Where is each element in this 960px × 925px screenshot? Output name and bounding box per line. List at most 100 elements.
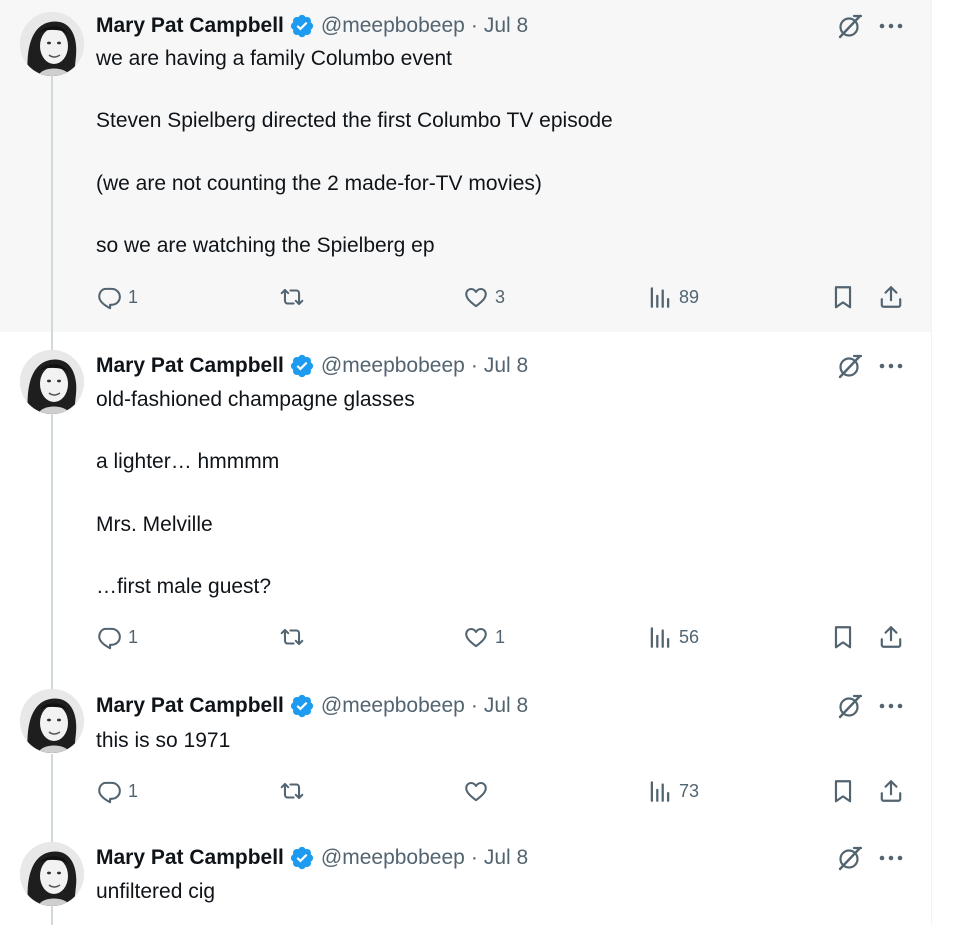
views-icon [647, 778, 673, 804]
tweet-date[interactable]: Jul 8 [484, 694, 528, 718]
author-name[interactable]: Mary Pat Campbell [96, 694, 284, 718]
more-options-icon[interactable] [876, 16, 906, 36]
thread-connector-line [51, 754, 53, 826]
avatar[interactable] [20, 689, 84, 753]
replies-count: 1 [128, 780, 139, 801]
retweet-button[interactable] [279, 284, 305, 310]
avatar[interactable] [20, 12, 84, 76]
author-handle[interactable]: @meepbobeep [321, 846, 465, 870]
tweet-date[interactable]: Jul 8 [484, 354, 528, 378]
author-handle[interactable]: @meepbobeep [321, 14, 465, 38]
views-icon [647, 284, 673, 310]
like-icon [463, 284, 489, 310]
separator-dot: · [470, 14, 478, 37]
verified-badge-icon [289, 693, 315, 719]
separator-dot: · [470, 694, 478, 717]
like-icon [463, 778, 489, 804]
views-count: 89 [679, 286, 700, 307]
thread-connector-line [51, 906, 53, 925]
tweet-text-line: …first male guest? [96, 575, 272, 598]
author-name[interactable]: Mary Pat Campbell [96, 14, 284, 38]
author-name[interactable]: Mary Pat Campbell [96, 354, 284, 378]
grok-icon[interactable] [835, 11, 865, 41]
author-handle[interactable]: @meepbobeep [321, 354, 465, 378]
separator-dot: · [470, 846, 478, 869]
like-button[interactable]: 1 [463, 624, 505, 650]
grok-icon[interactable] [835, 843, 865, 873]
tweet-text-line: Mrs. Melville [96, 513, 213, 536]
views-button[interactable]: 73 [647, 778, 699, 804]
reply-icon [96, 778, 122, 804]
views-button[interactable]: 56 [647, 624, 699, 650]
retweet-icon [279, 778, 305, 804]
share-button[interactable] [878, 778, 904, 804]
bookmark-button[interactable] [830, 778, 856, 804]
retweet-button[interactable] [279, 778, 305, 804]
tweet-text-line: we are having a family Columbo event [96, 47, 453, 70]
reply-icon [96, 284, 122, 310]
like-button[interactable] [463, 778, 489, 804]
tweet-text-line: unfiltered cig [96, 880, 216, 903]
author-name[interactable]: Mary Pat Campbell [96, 846, 284, 870]
retweet-button[interactable] [279, 624, 305, 650]
bookmark-button[interactable] [830, 284, 856, 310]
thread-connector-line [51, 672, 53, 689]
tweet-card[interactable]: Mary Pat Campbell @meepbobeep · Jul 8 this i… [0, 672, 932, 826]
tweet-card[interactable]: Mary Pat Campbell @meepbobeep · Jul 8 old-fa… [0, 332, 932, 672]
share-icon [878, 284, 904, 310]
share-icon [878, 624, 904, 650]
views-button[interactable]: 89 [647, 284, 699, 310]
tweet-date[interactable]: Jul 8 [484, 846, 528, 870]
retweet-icon [279, 284, 305, 310]
verified-badge-icon [289, 845, 315, 871]
more-options-icon[interactable] [876, 848, 906, 868]
share-button[interactable] [878, 624, 904, 650]
tweet-date[interactable]: Jul 8 [484, 14, 528, 38]
reply-button[interactable]: 1 [96, 284, 138, 310]
retweet-icon [279, 624, 305, 650]
share-button[interactable] [878, 284, 904, 310]
verified-badge-icon [289, 13, 315, 39]
tweet-text-line: old-fashioned champagne glasses [96, 388, 415, 411]
like-icon [463, 624, 489, 650]
avatar[interactable] [20, 350, 84, 414]
likes-count: 3 [495, 286, 506, 307]
verified-badge-icon [289, 353, 315, 379]
thread-connector-line [51, 76, 53, 332]
views-icon [647, 624, 673, 650]
separator-dot: · [470, 354, 478, 377]
replies-count: 1 [128, 286, 139, 307]
bookmark-icon [830, 778, 856, 804]
author-handle[interactable]: @meepbobeep [321, 694, 465, 718]
bookmark-button[interactable] [830, 624, 856, 650]
share-icon [878, 778, 904, 804]
tweet-card[interactable]: Mary Pat Campbell @meepbobeep · Jul 8 unfilt… [0, 826, 932, 925]
more-options-icon[interactable] [876, 696, 906, 716]
avatar[interactable] [20, 842, 84, 906]
tweet-text-line: Steven Spielberg directed the first Colu… [96, 109, 613, 132]
views-count: 56 [679, 626, 700, 647]
thread-connector-line [51, 826, 53, 842]
tweet-header: Mary Pat Campbell @meepbobeep · Jul 8 [96, 692, 528, 720]
grok-icon[interactable] [835, 351, 865, 381]
tweet-text-line: so we are watching the Spielberg ep [96, 234, 435, 257]
thread-connector-line [51, 332, 53, 350]
views-count: 73 [679, 780, 700, 801]
more-options-icon[interactable] [876, 356, 906, 376]
likes-count: 1 [495, 626, 506, 647]
reply-icon [96, 624, 122, 650]
reply-button[interactable]: 1 [96, 778, 138, 804]
bookmark-icon [830, 284, 856, 310]
tweet-card[interactable]: Mary Pat Campbell @meepbobeep · Jul 8 we are… [0, 0, 932, 332]
grok-icon[interactable] [835, 691, 865, 721]
column-border [931, 0, 932, 925]
tweet-text-line: this is so 1971 [96, 729, 231, 752]
tweet-header: Mary Pat Campbell @meepbobeep · Jul 8 [96, 12, 528, 40]
tweet-thread: Mary Pat Campbell @meepbobeep · Jul 8 we are… [0, 0, 932, 925]
replies-count: 1 [128, 626, 139, 647]
bookmark-icon [830, 624, 856, 650]
reply-button[interactable]: 1 [96, 624, 138, 650]
tweet-text-line: (we are not counting the 2 made-for-TV m… [96, 172, 542, 195]
tweet-text-line: a lighter… hmmmm [96, 450, 280, 473]
like-button[interactable]: 3 [463, 284, 505, 310]
